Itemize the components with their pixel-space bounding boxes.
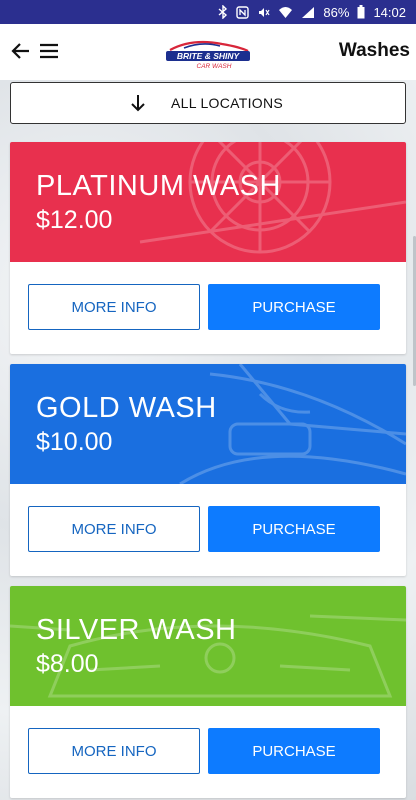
wash-actions: MORE INFO PURCHASE: [10, 484, 406, 576]
battery-icon: [357, 5, 365, 19]
purchase-button[interactable]: PURCHASE: [208, 284, 380, 330]
wash-actions: MORE INFO PURCHASE: [10, 706, 406, 798]
wash-name: GOLD WASH: [36, 392, 217, 424]
wash-price: $8.00: [36, 650, 99, 678]
signal-icon: [301, 6, 315, 19]
wifi-icon: [278, 6, 293, 19]
page-title: Washes: [338, 40, 410, 61]
more-info-button[interactable]: MORE INFO: [28, 506, 200, 552]
wash-price: $10.00: [36, 428, 113, 456]
all-locations-button[interactable]: ALL LOCATIONS: [10, 82, 406, 124]
more-info-button[interactable]: MORE INFO: [28, 728, 200, 774]
back-arrow-icon[interactable]: [10, 40, 32, 62]
all-locations-label: ALL LOCATIONS: [170, 95, 284, 111]
wash-hero: SILVER WASH $8.00: [10, 586, 406, 706]
wash-card-platinum: PLATINUM WASH $12.00 MORE INFO PURCHASE: [10, 142, 406, 354]
purchase-button[interactable]: PURCHASE: [208, 728, 380, 774]
bluetooth-icon: [218, 5, 228, 19]
wash-hero: GOLD WASH $10.00: [10, 364, 406, 484]
more-info-button[interactable]: MORE INFO: [28, 284, 200, 330]
brite-shiny-logo: BRITE & SHINY CAR WASH: [162, 38, 254, 70]
battery-level: 86%: [323, 4, 350, 20]
svg-text:CAR WASH: CAR WASH: [197, 63, 232, 70]
wash-name: SILVER WASH: [36, 614, 237, 646]
status-bar: 86% 14:02: [0, 0, 416, 24]
clock: 14:02: [373, 4, 406, 20]
mute-icon: [257, 6, 270, 19]
wash-card-silver: SILVER WASH $8.00 MORE INFO PURCHASE: [10, 586, 406, 798]
wash-actions: MORE INFO PURCHASE: [10, 262, 406, 354]
svg-text:BRITE & SHINY: BRITE & SHINY: [177, 51, 241, 61]
wash-price: $12.00: [36, 206, 113, 234]
wash-card-gold: GOLD WASH $10.00 MORE INFO PURCHASE: [10, 364, 406, 576]
wash-name: PLATINUM WASH: [36, 170, 281, 202]
arrow-down-icon: [129, 93, 147, 113]
nfc-icon: [236, 5, 250, 19]
purchase-button[interactable]: PURCHASE: [208, 506, 380, 552]
wash-hero: PLATINUM WASH $12.00: [10, 142, 406, 262]
hamburger-menu-icon[interactable]: [38, 40, 60, 62]
app-bar: BRITE & SHINY CAR WASH Washes: [0, 24, 416, 80]
